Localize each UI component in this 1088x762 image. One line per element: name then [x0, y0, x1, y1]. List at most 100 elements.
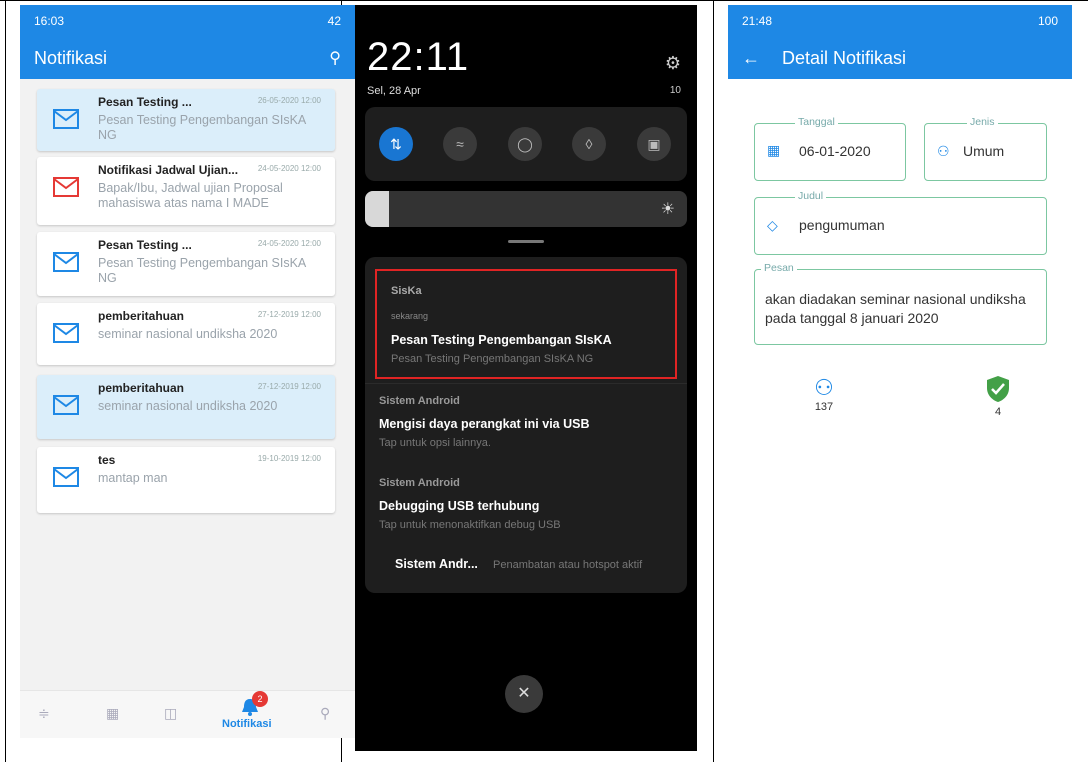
judul-label: Judul	[795, 190, 827, 202]
judul-value: pengumuman	[799, 217, 885, 233]
bell-icon[interactable]: ◊	[572, 127, 606, 161]
frame-divider-left	[5, 0, 6, 762]
highlighted-notification[interactable]: SisKa sekarang Pesan Testing Pengembanga…	[375, 269, 677, 379]
notification-title[interactable]: Debugging USB terhubung	[379, 499, 539, 513]
notification-group: SisKa sekarang Pesan Testing Pengembanga…	[365, 257, 687, 593]
brightness-slider[interactable]: ☀	[365, 191, 687, 227]
mail-icon	[53, 323, 79, 343]
card-body: Pesan Testing Pengembangan SIsKA NG	[98, 113, 306, 142]
notification-card[interactable]: tes 19-10-2019 12:00 mantap man	[37, 447, 335, 513]
mail-icon	[53, 252, 79, 272]
notification-card[interactable]: Pesan Testing ... 26-05-2020 12:00 Pesan…	[37, 89, 335, 151]
battery-level: 42	[327, 14, 341, 28]
notification-badge: 2	[252, 691, 268, 707]
rss-icon[interactable]: ≑	[38, 705, 50, 722]
status-time: 21:48	[742, 14, 773, 28]
wifi-icon[interactable]: ≈	[443, 127, 477, 161]
app-bar: ← Detail Notifikasi	[728, 37, 1072, 79]
notification-card[interactable]: Pesan Testing ... 24-05-2020 12:00 Pesan…	[37, 232, 335, 296]
notification-title: Pesan Testing Pengembangan SIsKA	[391, 333, 612, 347]
card-body: mantap man	[98, 471, 168, 485]
mail-icon	[53, 109, 79, 129]
card-title: pemberitahuan	[98, 309, 185, 323]
bottom-navigation: ≑ ▦ ◫ 2 Notifikasi ⚲	[20, 690, 355, 738]
calendar-icon[interactable]: ▦	[106, 705, 119, 722]
notification-body: Tap untuk menonaktifkan debug USB	[379, 519, 561, 531]
page-title: Notifikasi	[34, 47, 108, 68]
notification-shade-screen: 22:11 ⚙ Sel, 28 Apr 10 ⇅ ≈ ◯ ◊ ▣ ☀ SisKa…	[355, 5, 697, 751]
card-title: Notifikasi Jadwal Ujian...	[98, 163, 239, 177]
screenshot-icon[interactable]: ▣	[637, 127, 671, 161]
tanggal-label: Tanggal	[795, 116, 838, 128]
card-date: 24-05-2020 12:00	[257, 164, 321, 173]
readers-count: 137	[814, 401, 834, 413]
notification-detail-screen: 21:48 100 ← Detail Notifikasi Tanggal ▦ …	[728, 5, 1072, 455]
clock: 22:11	[367, 35, 470, 79]
card-date: 27-12-2019 12:00	[257, 382, 321, 391]
pesan-field: Pesan akan diadakan seminar nasional und…	[754, 262, 1047, 345]
notification-time: sekarang	[391, 311, 429, 321]
jenis-field: Jenis ⚇ Umum	[924, 116, 1047, 181]
notification-list-screen: 16:03 42 Notifikasi ⚲ Pesan Testing ... …	[20, 5, 355, 738]
notification-body: Tap untuk opsi lainnya.	[379, 437, 491, 449]
notification-card[interactable]: pemberitahuan 27-12-2019 12:00 seminar n…	[37, 375, 335, 439]
card-body: Bapak/Ibu, Jadwal ujian Proposal mahasis…	[98, 181, 283, 210]
card-date: 27-12-2019 12:00	[257, 310, 321, 319]
app-name: Sistem Android	[379, 395, 460, 407]
app-bar: Notifikasi ⚲	[20, 37, 355, 79]
group-icon: ⚇	[937, 143, 950, 159]
battery-level: 100	[1037, 14, 1058, 28]
back-arrow-icon[interactable]: ←	[742, 48, 760, 69]
app-name: Sistem Android	[379, 477, 460, 489]
notification-title[interactable]: Sistem Andr...	[395, 557, 478, 571]
jenis-label: Jenis	[967, 116, 998, 128]
card-body: seminar nasional undiksha 2020	[98, 327, 278, 341]
mail-icon	[53, 177, 79, 197]
search-icon[interactable]: ⚲	[329, 48, 341, 68]
tanggal-field: Tanggal ▦ 06-01-2020	[754, 116, 906, 181]
tanggal-value: 06-01-2020	[799, 143, 871, 159]
mail-icon	[53, 395, 79, 415]
card-body: Pesan Testing Pengembangan SIsKA NG	[98, 256, 306, 285]
mail-icon	[53, 467, 79, 487]
page-title: Detail Notifikasi	[782, 47, 907, 68]
close-icon[interactable]: ✕	[505, 675, 543, 713]
tag-icon: ◇	[767, 217, 778, 233]
screenshot-frame: 16:03 42 Notifikasi ⚲ Pesan Testing ... …	[0, 0, 1088, 762]
jenis-value: Umum	[963, 143, 1005, 159]
card-title: Pesan Testing ...	[98, 95, 192, 109]
group-icon: ⚇	[814, 375, 834, 400]
notification-card[interactable]: Notifikasi Jadwal Ujian... 24-05-2020 12…	[37, 157, 335, 225]
user-icon[interactable]: ⚲	[320, 705, 330, 722]
pesan-label: Pesan	[761, 262, 797, 274]
card-title: Pesan Testing ...	[98, 238, 192, 252]
status-bar: 21:48 100	[728, 5, 1072, 37]
card-title: pemberitahuan	[98, 381, 185, 395]
gear-icon[interactable]: ⚙	[665, 53, 681, 74]
readers-stat: ⚇ 137	[804, 375, 844, 413]
card-date: 26-05-2020 12:00	[257, 96, 321, 105]
frame-divider-2	[713, 0, 714, 762]
card-body: seminar nasional undiksha 2020	[98, 399, 278, 413]
nav-label-notifikasi[interactable]: Notifikasi	[222, 718, 272, 730]
flashlight-icon[interactable]: ◯	[508, 127, 542, 161]
drag-handle[interactable]	[508, 240, 544, 243]
card-title: tes	[98, 453, 116, 467]
book-icon[interactable]: ◫	[164, 705, 177, 722]
card-date: 24-05-2020 12:00	[257, 239, 321, 248]
card-date: 19-10-2019 12:00	[257, 454, 321, 463]
sun-icon: ☀	[660, 201, 675, 218]
notification-body: Pesan Testing Pengembangan SIsKA NG	[391, 353, 594, 365]
notification-card[interactable]: pemberitahuan 27-12-2019 12:00 seminar n…	[37, 303, 335, 365]
verified-shield-icon	[987, 376, 1009, 402]
battery-level: 10	[669, 85, 681, 96]
brightness-knob[interactable]	[365, 191, 389, 227]
confirmed-count: 4	[994, 406, 1002, 418]
divider	[365, 383, 687, 384]
status-bar: 16:03 42	[20, 5, 355, 37]
notification-body: Penambatan atau hotspot aktif	[493, 559, 643, 571]
notification-title[interactable]: Mengisi daya perangkat ini via USB	[379, 417, 589, 431]
status-time: 16:03	[34, 14, 65, 28]
data-toggle-icon[interactable]: ⇅	[379, 127, 413, 161]
app-name: SisKa	[391, 285, 422, 297]
